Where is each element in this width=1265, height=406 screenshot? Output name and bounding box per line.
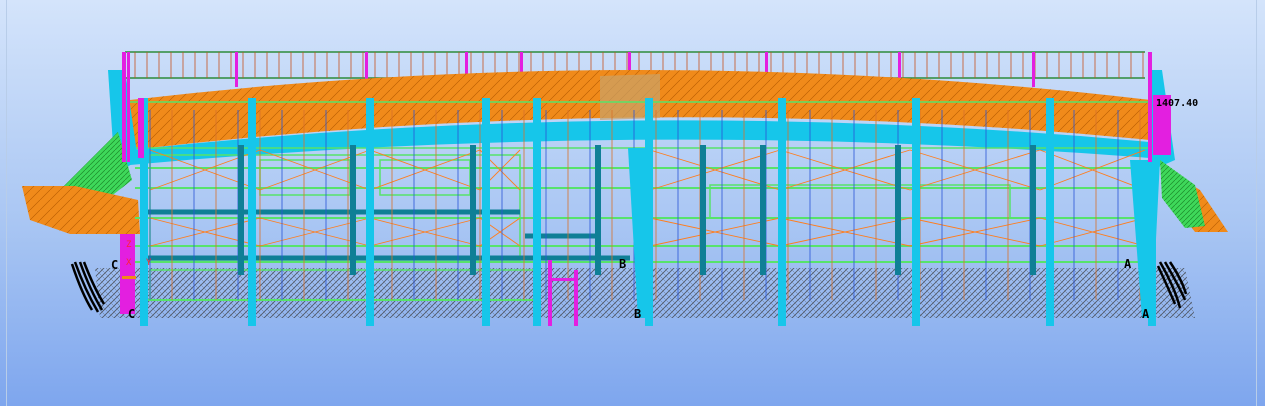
structure-model [22, 51, 1228, 326]
dimension-label: 1407.40 [1156, 98, 1199, 109]
grid-label-b-upper: B [619, 257, 627, 271]
axis-y-label: Y [146, 258, 152, 268]
axis-origin-marker [122, 276, 136, 279]
axis-x-label: X [126, 258, 132, 268]
grid-label-a-upper: A [1124, 257, 1132, 271]
grid-label-b-lower: B [634, 307, 642, 321]
axis-triad: Z X Y [122, 238, 162, 288]
grid-label-c-upper: C [111, 258, 119, 272]
grid-label-c-lower: C [128, 307, 136, 321]
axis-z-label: Z [126, 240, 132, 250]
grid-label-a-lower: A [1142, 307, 1150, 321]
3d-model-viewport[interactable]: Z X Y 1407.40 C C B B A A [0, 0, 1265, 406]
